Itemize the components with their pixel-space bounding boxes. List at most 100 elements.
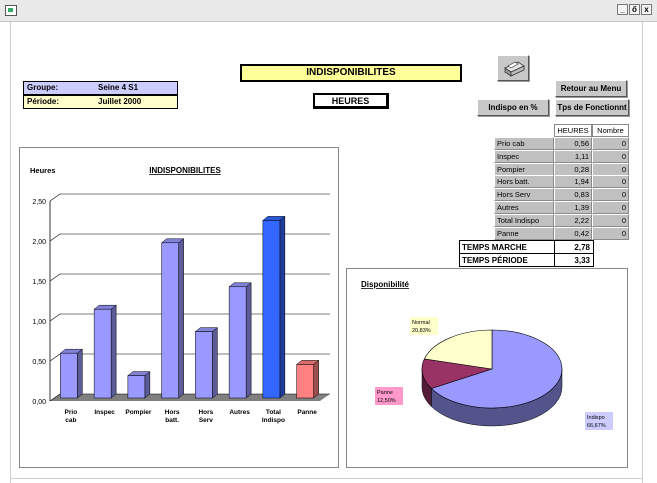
x-tick-label: Pompier [125, 409, 151, 416]
chart-floor [50, 394, 330, 401]
table-cell-heures: 0,56 [554, 137, 592, 150]
table-cell-heures: 1,39 [554, 201, 592, 214]
table-cell-nombre: 0 [592, 137, 629, 150]
y-tick-label: 0,50 [32, 359, 46, 366]
table-cell-name: Panne [494, 226, 554, 240]
printer-icon [504, 61, 525, 77]
table-cell-nombre: 0 [592, 149, 629, 163]
bar-side [77, 348, 83, 399]
pie-label-value: 20,83% [412, 328, 431, 334]
column-header-heures: HEURES [554, 124, 592, 137]
bar [127, 375, 146, 399]
table-cell-nombre: 0 [592, 213, 629, 227]
gridline [49, 193, 61, 202]
sheet-border-bottom [10, 478, 643, 479]
tps-fonctionnement-button[interactable]: Tps de Fonctionnt [555, 99, 629, 116]
gridline [49, 273, 61, 282]
x-tick-label: Panne [297, 409, 317, 416]
pie-label-value: 12,50% [377, 398, 396, 404]
bar [228, 286, 247, 399]
temps-periode-label: TEMPS PÉRIODE [459, 253, 555, 267]
temps-marche-label: TEMPS MARCHE [459, 240, 555, 254]
bar [262, 220, 281, 399]
periode-label: Période: [27, 97, 60, 106]
bar-side [245, 282, 252, 399]
table-cell-name: Total Indispo [494, 213, 554, 227]
bar-side [178, 238, 184, 399]
bar-side [212, 327, 218, 399]
y-tick-label: 1,50 [32, 279, 46, 286]
table-cell-nombre: 0 [592, 226, 629, 240]
gridline [49, 313, 61, 322]
y-tick-label: 2,50 [32, 199, 46, 206]
bar [161, 242, 179, 399]
x-tick-label: Total Indispo [262, 409, 285, 424]
table-cell-heures: 0,42 [554, 226, 592, 240]
table-cell-name: Inspec [494, 149, 554, 163]
bar-side [144, 371, 151, 399]
table-cell-heures: 1,11 [554, 149, 592, 163]
indispo-table: HEURES Nombre Prio cab 0,56 0 Inspec 1,11 0 Po… [494, 124, 629, 240]
pie-label-value: 66,67% [587, 423, 606, 429]
sheet-border-left [10, 22, 11, 483]
bar-side [110, 304, 117, 399]
bar-chart-panel: INDISPONIBILITES Heures 0,00 0,50 1,00 1,50 2,… [19, 147, 339, 468]
close-button[interactable]: x [641, 4, 652, 15]
bar-side [313, 359, 319, 399]
periode-value: Juillet 2000 [98, 97, 142, 106]
table-cell-name: Prio cab [494, 137, 554, 150]
pie-chart-title: Disponibilité [361, 280, 410, 289]
bar-chart: INDISPONIBILITES Heures 0,00 0,50 1,00 1,50 2,… [30, 166, 330, 424]
groupe-value: Seine 4 S1 [98, 83, 139, 92]
pie-label-name: Normal [412, 320, 430, 326]
x-tick-label: Inspec [94, 409, 115, 416]
bar-chart-title: INDISPONIBILITES [149, 166, 221, 175]
unit-label: HEURES [313, 93, 389, 109]
page-title: INDISPONIBILITES [240, 64, 462, 82]
x-tick-label: Prio cab [65, 409, 78, 424]
gridline [49, 353, 61, 362]
table-cell-name: Hors batt. [494, 175, 554, 189]
app-icon[interactable] [5, 5, 17, 16]
bar-chart-ylabel: Heures [30, 166, 55, 175]
table-cell-heures: 2,22 [554, 213, 592, 227]
table-cell-name: Pompier [494, 162, 554, 176]
y-tick-label: 2,00 [32, 239, 46, 246]
table-cell-nombre: 0 [592, 188, 629, 202]
x-tick-label: Hors Serv [198, 409, 213, 424]
table-cell-name: Hors Serv [494, 188, 554, 202]
y-tick-label: 0,00 [32, 399, 46, 406]
x-tick-label: Hors batt. [165, 409, 180, 424]
table-cell-heures: 0,28 [554, 162, 592, 176]
pie-chart: Disponibilité Indispo 66,67% Panne 12,50% Nor… [361, 280, 613, 430]
gridline [49, 233, 61, 242]
bar [60, 352, 78, 399]
column-header-nombre: Nombre [592, 124, 629, 137]
temps-marche-value: 2,78 [554, 240, 594, 254]
table-cell-heures: 1,94 [554, 175, 592, 189]
sheet-border-right [642, 22, 643, 483]
temps-periode-value: 3,33 [554, 253, 594, 267]
print-button[interactable] [497, 55, 529, 81]
bar [93, 308, 112, 399]
table-cell-heures: 0,83 [554, 188, 592, 202]
groupe-label: Groupe: [27, 83, 59, 92]
bar-side [279, 215, 286, 399]
minimize-button[interactable]: _ [617, 4, 628, 15]
x-tick-label: Autres [229, 409, 250, 416]
pie-chart-panel: Disponibilité Indispo 66,67% Panne 12,50% Nor… [346, 268, 628, 468]
pie-label-name: Indispo [587, 415, 605, 421]
bar [195, 331, 213, 399]
table-cell-nombre: 0 [592, 162, 629, 176]
window-titlebar [0, 0, 657, 22]
table-cell-name: Autres [494, 201, 554, 214]
y-tick-label: 1,00 [32, 319, 46, 326]
pie-label-name: Panne [377, 390, 393, 396]
indispo-percent-button[interactable]: Indispo en % [477, 99, 549, 116]
table-cell-nombre: 0 [592, 201, 629, 214]
periode-field: Période: Juillet 2000 [23, 95, 178, 109]
table-cell-nombre: 0 [592, 175, 629, 189]
bar [296, 364, 314, 399]
retour-menu-button[interactable]: Retour au Menu [555, 80, 627, 97]
restore-button[interactable]: ő [629, 4, 640, 15]
